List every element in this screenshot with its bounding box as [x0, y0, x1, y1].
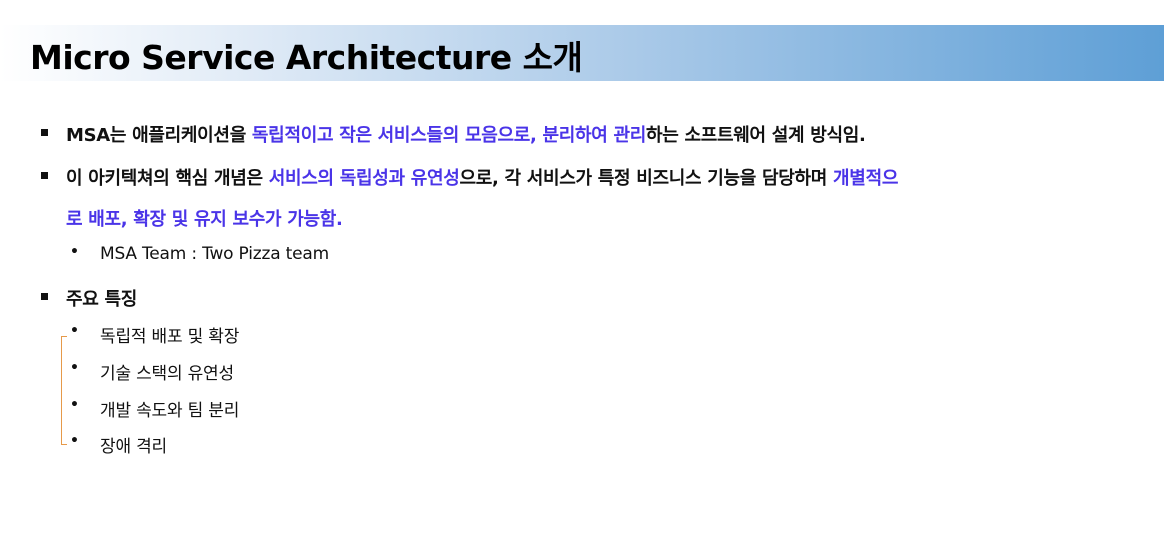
bullet-1-highlight: 독립적이고 작은 서비스들의 모음으로, 분리하여 관리 — [251, 125, 647, 146]
dot-bullet-icon: • — [70, 360, 79, 376]
slide-content: MSA는 애플리케이션을 독립적이고 작은 서비스들의 모음으로, 분리하여 관… — [0, 0, 1164, 533]
dot-bullet-icon: • — [70, 244, 79, 260]
bullet-2-seg-1: 이 아키텍쳐의 핵심 개념은 — [66, 168, 269, 189]
bullet-2-highlight-2: 개별적으 — [833, 168, 899, 189]
bullet-2-highlight-1: 서비스의 독립성과 유연성 — [268, 168, 460, 189]
bullet-3-label: 주요 특징 — [66, 289, 138, 310]
square-bullet-icon — [41, 129, 48, 136]
bullet-1-seg-1: MSA는 애플리케이션을 — [66, 125, 252, 146]
bullet-2-continuation: 로 배포, 확장 및 유지 보수가 가능함. — [66, 209, 343, 230]
feature-item: 독립적 배포 및 확장 — [100, 327, 240, 347]
square-bullet-icon — [41, 293, 48, 300]
square-bullet-icon — [41, 172, 48, 179]
feature-item: 개발 속도와 팀 분리 — [100, 401, 240, 421]
dot-bullet-icon: • — [70, 433, 79, 449]
feature-item: 기술 스택의 유연성 — [100, 364, 234, 384]
dot-bullet-icon: • — [70, 323, 79, 339]
orange-bracket — [61, 336, 67, 445]
bullet-1-text: MSA는 애플리케이션을 독립적이고 작은 서비스들의 모음으로, 분리하여 관… — [66, 121, 866, 147]
dot-bullet-icon: • — [70, 397, 79, 413]
bullet-2-sub-item: MSA Team : Two Pizza team — [100, 244, 329, 264]
bullet-1-seg-3: 하는 소프트웨어 설계 방식임. — [646, 125, 866, 146]
feature-item: 장애 격리 — [100, 437, 167, 457]
bullet-2-text: 이 아키텍쳐의 핵심 개념은 서비스의 독립성과 유연성으로, 각 서비스가 특… — [66, 164, 898, 190]
bullet-2-seg-3: 으로, 각 서비스가 특정 비즈니스 기능을 담당하며 — [459, 168, 834, 189]
